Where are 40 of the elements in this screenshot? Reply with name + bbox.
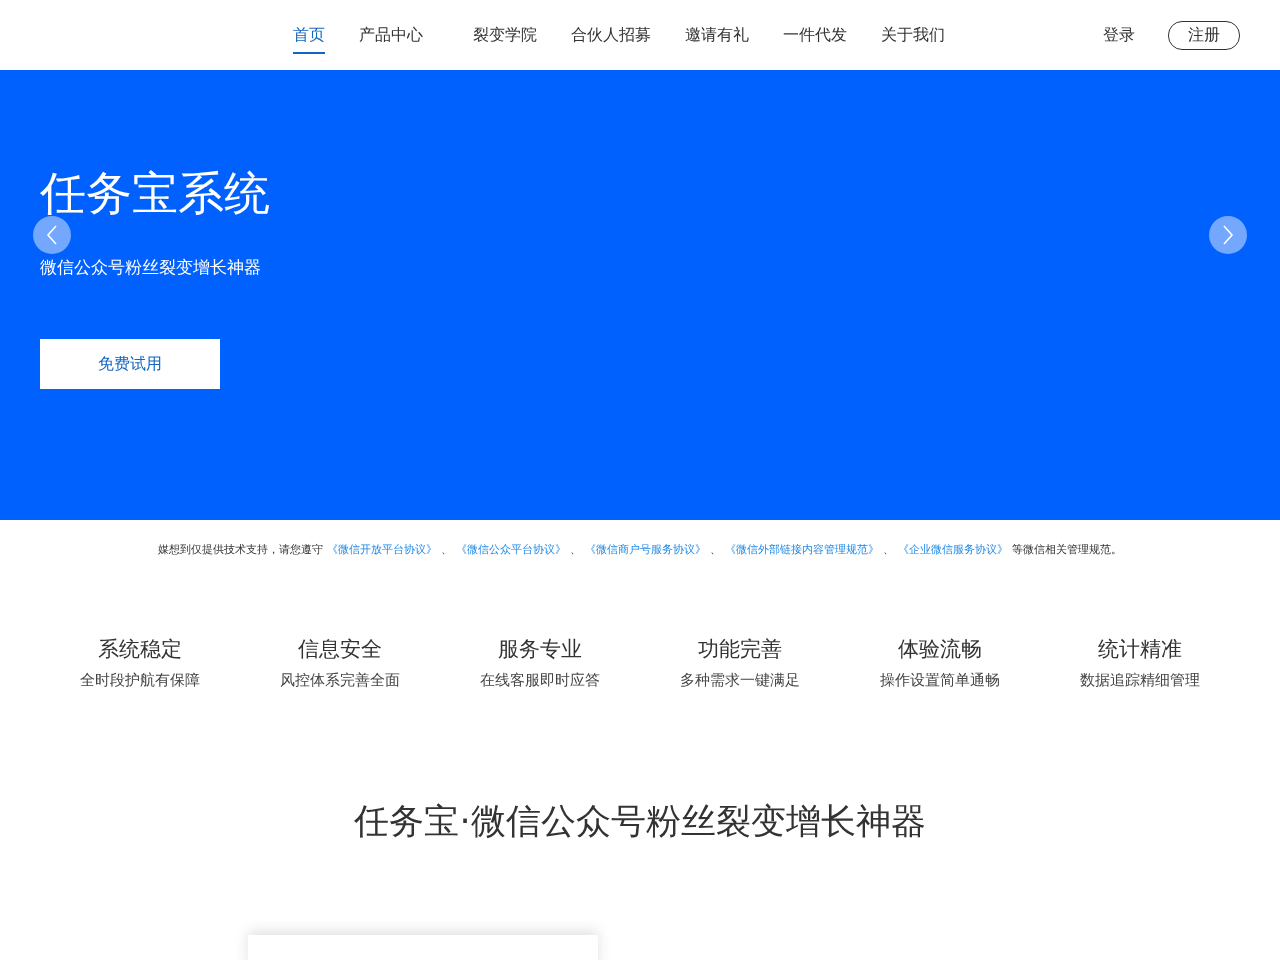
feature-title: 体验流畅 (897, 636, 983, 663)
notice-text: 、 (441, 542, 452, 557)
nav-link[interactable]: 邀请有礼 (685, 16, 749, 54)
nav-link[interactable]: 首页 (293, 16, 325, 54)
agreement-link[interactable]: 《微信外部链接内容管理规范》 (725, 542, 879, 557)
chevron-right-icon (1221, 224, 1235, 246)
previous-slide-button[interactable] (33, 216, 71, 254)
feature-title: 信息安全 (297, 636, 383, 663)
notice-text: 、 (570, 542, 581, 557)
chevron-left-icon (45, 224, 59, 246)
hero-subtitle: 微信公众号粉丝裂变增长神器 (40, 257, 261, 277)
next-slide-button[interactable] (1209, 216, 1247, 254)
nav-link[interactable]: 产品中心 (359, 16, 423, 54)
agreement-link[interactable]: 《企业微信服务协议》 (898, 542, 1008, 557)
nav-link[interactable]: 裂变学院 (473, 16, 537, 54)
notice-text: 媒想到仅提供技术支持，请您遵守 (158, 542, 323, 557)
feature-title: 功能完善 (697, 636, 783, 663)
register-button[interactable]: 注册 (1168, 20, 1240, 50)
notice-text: 、 (710, 542, 721, 557)
notice-text: 等微信相关管理规范。 (1012, 542, 1122, 557)
hero-title: 任务宝系统 (40, 171, 270, 215)
feature-description: 数据追踪精细管理 (1079, 671, 1201, 690)
feature-description: 全时段护航有保障 (79, 671, 201, 690)
nav-link[interactable]: 关于我们 (881, 16, 945, 54)
nav-link[interactable]: 合伙人招募 (571, 16, 651, 54)
agreement-link[interactable]: 《微信公众平台协议》 (456, 542, 566, 557)
notice-text: 、 (883, 542, 894, 557)
feature-description: 多种需求一键满足 (679, 671, 801, 690)
nav-link[interactable]: 一件代发 (783, 16, 847, 54)
feature-title: 系统稳定 (97, 636, 183, 663)
feature-description: 风控体系完善全面 (279, 671, 401, 690)
agreement-link[interactable]: 《微信商户号服务协议》 (585, 542, 706, 557)
agreement-link[interactable]: 《微信开放平台协议》 (327, 542, 437, 557)
feature-description: 操作设置简单通畅 (879, 671, 1001, 690)
section-title: 任务宝·微信公众号粉丝裂变增长神器 (353, 800, 927, 843)
login-link[interactable]: 登录 (1103, 24, 1135, 46)
feature-title: 服务专业 (497, 636, 583, 663)
free-trial-button[interactable]: 免费试用 (40, 339, 220, 389)
feature-description: 在线客服即时应答 (479, 671, 601, 690)
feature-title: 统计精准 (1097, 636, 1183, 663)
